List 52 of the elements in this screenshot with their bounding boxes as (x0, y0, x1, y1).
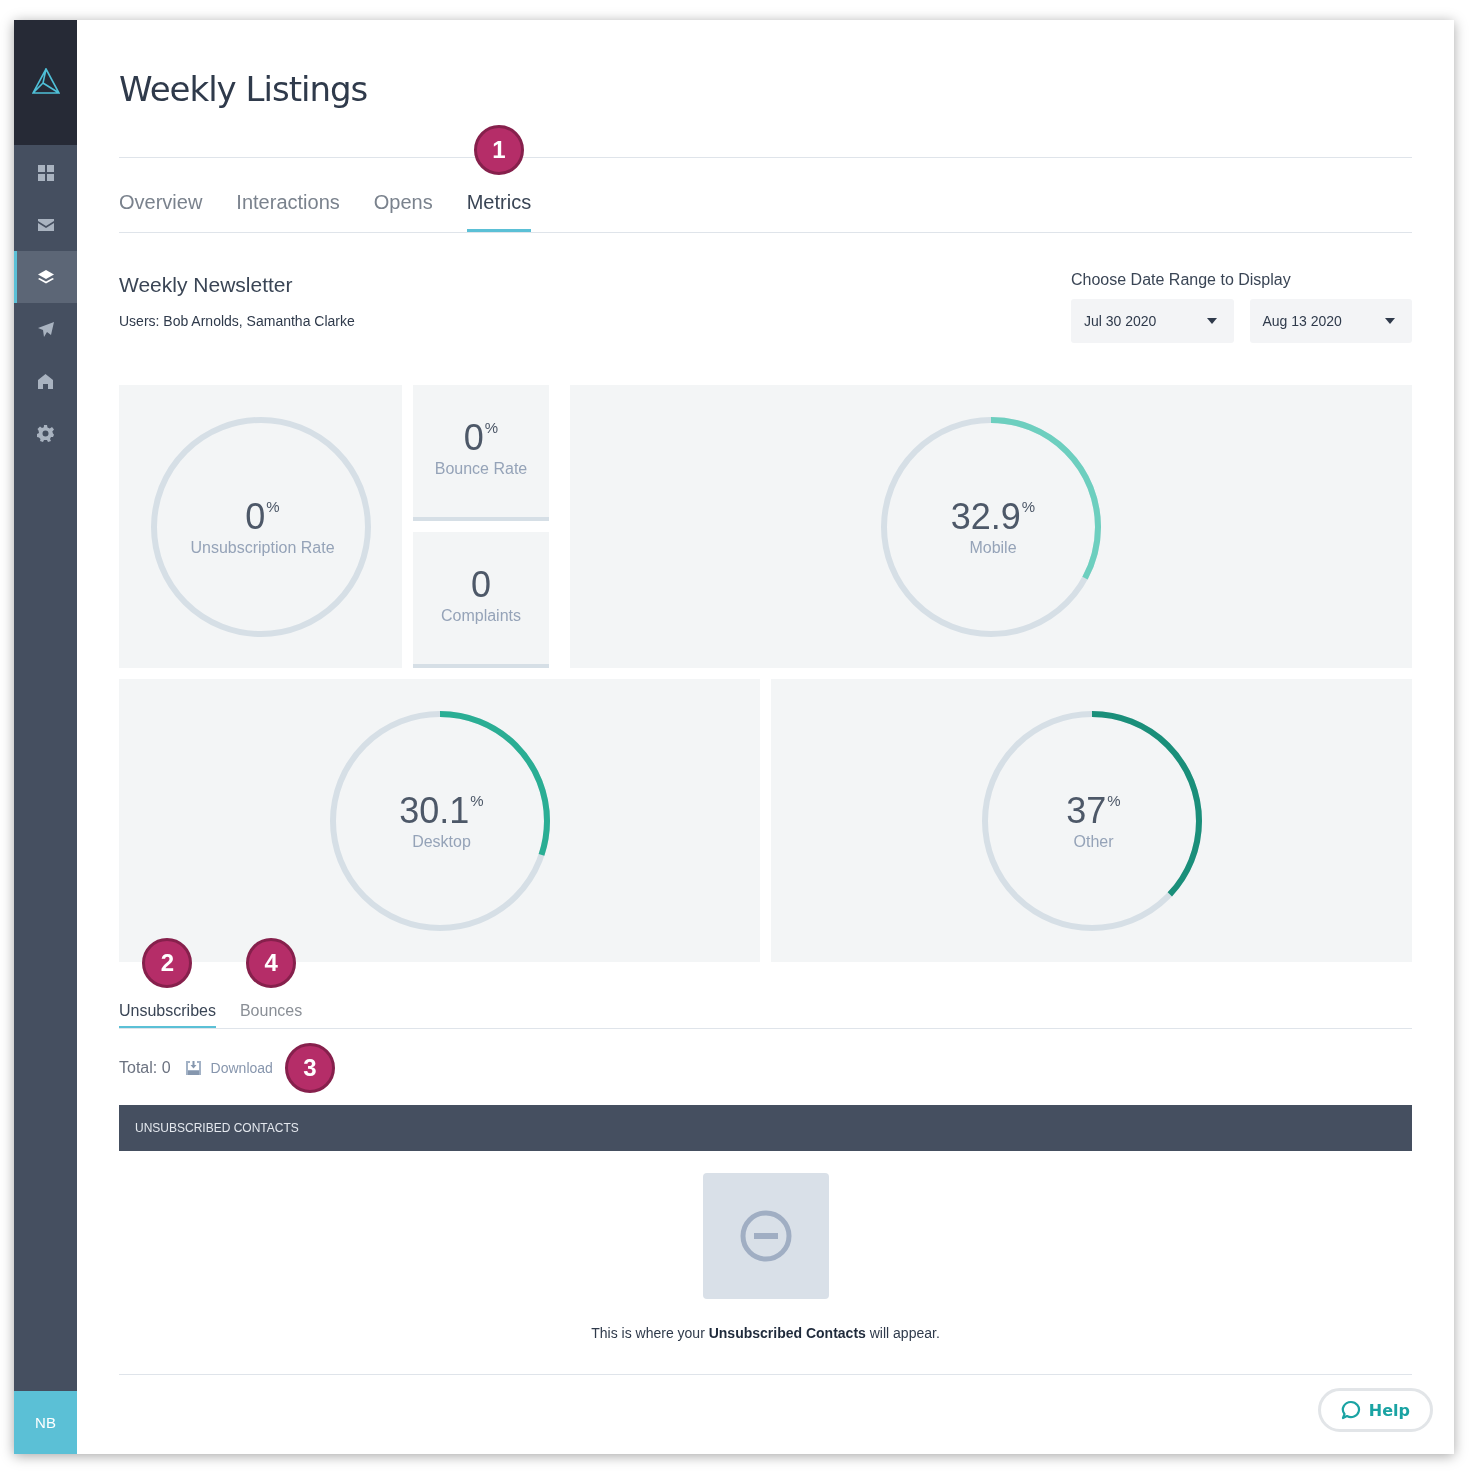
layers-icon (36, 269, 55, 285)
tab[interactable]: Overview (119, 178, 203, 232)
minus-circle-icon (739, 1210, 792, 1262)
download-link[interactable]: Download (210, 1060, 273, 1076)
metric-label: Bounce Rate (434, 460, 528, 478)
percent-sign: % (470, 791, 484, 809)
tab[interactable]: Unsubscribes (119, 1002, 216, 1028)
metric-value: 0 (245, 495, 266, 537)
metric-label: Mobile (969, 538, 1017, 557)
metric-label: Desktop (412, 832, 471, 851)
download-icon (184, 1060, 202, 1076)
metric-value: 30.1 (399, 789, 470, 831)
metric-label: Unsubscription Rate (190, 538, 335, 557)
date-range-label: Choose Date Range to Display (1071, 271, 1292, 289)
caret-icon (1385, 318, 1395, 324)
house-icon (37, 372, 54, 390)
end-date-dropdown[interactable]: Aug 13 2020 (1249, 299, 1412, 343)
paper-plane-icon (36, 320, 55, 338)
page-title: Weekly Listings (119, 68, 369, 111)
tab[interactable]: Opens (373, 178, 433, 232)
metric-value: 37 (1066, 789, 1107, 831)
metric-value: 32.9 (950, 495, 1021, 537)
callout-number: 1 (473, 125, 524, 175)
total-count: Total: 0 (119, 1059, 171, 1077)
callout-number: 2 (142, 938, 193, 988)
callout-number: 3 (284, 1043, 335, 1093)
logo-icon (31, 68, 60, 94)
empty-message: This is where your Unsubscribed Contacts will appear. (591, 1325, 940, 1341)
percent-sign: % (1021, 497, 1036, 515)
help-button[interactable]: Help (1317, 1388, 1433, 1432)
table-header-text: UNSUBSCRIBED CONTACTS (135, 1121, 299, 1135)
caret-icon (1206, 318, 1217, 324)
newsletter-title: Weekly Newsletter (119, 273, 294, 297)
tab[interactable]: Bounces (239, 1002, 303, 1028)
start-date-dropdown[interactable]: Jul 30 2020 (1071, 299, 1234, 343)
settings-icon (37, 424, 54, 442)
tab[interactable]: Interactions (236, 178, 340, 232)
user-avatar[interactable]: NB (14, 1391, 77, 1454)
metric-label: Other (1073, 832, 1114, 851)
envelope-icon (36, 218, 55, 232)
metric-value: 0 (463, 417, 484, 458)
sidebar-item[interactable] (14, 251, 77, 303)
percent-sign: % (484, 419, 499, 436)
chat-bubble-icon (1340, 1400, 1361, 1420)
newsletter-users: Users: Bob Arnolds, Samantha Clarke (119, 313, 355, 329)
callout-number: 4 (246, 938, 297, 988)
metric-label: Complaints (441, 607, 521, 625)
grid-icon (36, 164, 55, 182)
metric-value: 0 (471, 564, 491, 605)
tab[interactable]: Metrics (466, 178, 532, 232)
percent-sign: % (266, 497, 280, 515)
percent-sign: % (1107, 791, 1121, 809)
